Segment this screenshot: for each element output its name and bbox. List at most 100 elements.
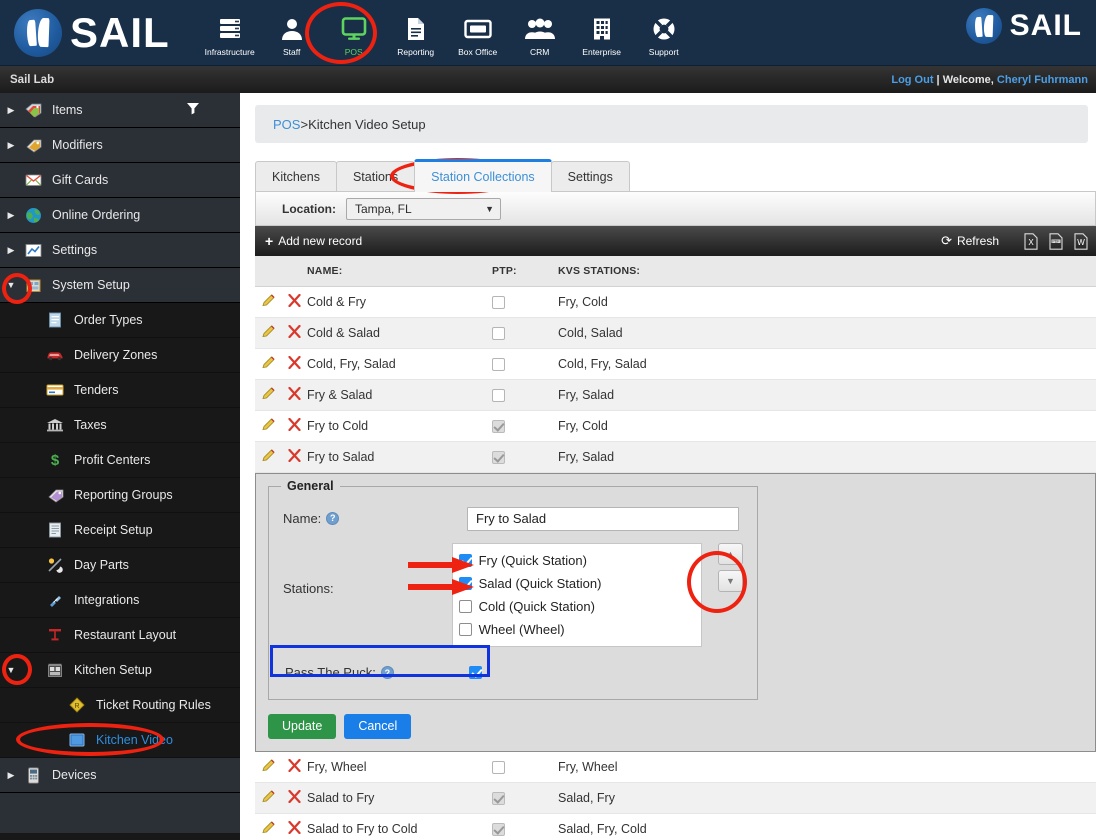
ptp-checkbox[interactable] <box>492 823 505 837</box>
nav-item-enterprise[interactable]: Enterprise <box>572 9 632 57</box>
help-icon[interactable]: ? <box>326 511 340 525</box>
sidebar-item-items[interactable]: ▶ Items <box>0 93 240 128</box>
sidebar-item-tenders[interactable]: Tenders <box>0 373 240 408</box>
table-row[interactable]: Fry to Cold Fry, Cold <box>255 410 1096 442</box>
refresh-button[interactable]: ⟳ Refresh <box>941 233 999 249</box>
delete-x-icon[interactable] <box>281 751 307 783</box>
cell-ptp[interactable] <box>492 379 558 411</box>
table-row[interactable]: Fry, Wheel Fry, Wheel <box>255 751 1096 783</box>
ptp-checkbox[interactable] <box>492 326 505 340</box>
nav-item-box-office[interactable]: Box Office <box>448 9 508 57</box>
cancel-button[interactable]: Cancel <box>344 713 412 739</box>
ptp-checkbox[interactable] <box>492 388 505 402</box>
table-row[interactable]: Cold & Salad Cold, Salad <box>255 317 1096 349</box>
help-icon[interactable]: ? <box>380 666 394 679</box>
sidebar-item-restaurant-layout[interactable]: Restaurant Layout <box>0 618 240 653</box>
table-row[interactable]: Cold, Fry, Salad Cold, Fry, Salad <box>255 348 1096 380</box>
chevron-down-icon[interactable]: ▼ <box>0 280 22 290</box>
cell-ptp[interactable] <box>492 348 558 380</box>
tab-stations[interactable]: Stations <box>335 161 416 192</box>
delete-x-icon[interactable] <box>281 348 307 380</box>
table-row[interactable]: Fry & Salad Fry, Salad <box>255 379 1096 411</box>
sidebar-item-system-setup[interactable]: ▼ System Setup <box>0 268 240 303</box>
location-select[interactable]: Tampa, FL ▼ <box>346 197 501 220</box>
sidebar-item-taxes[interactable]: Taxes <box>0 408 240 443</box>
stations-listbox[interactable]: Fry (Quick Station) Salad (Quick Station… <box>451 542 702 647</box>
delete-x-icon[interactable] <box>281 379 307 411</box>
sidebar-item-reporting-groups[interactable]: Reporting Groups <box>0 478 240 513</box>
edit-pencil-icon[interactable] <box>255 441 281 473</box>
username-link[interactable]: Cheryl Fuhrmann <box>997 74 1088 86</box>
delete-x-icon[interactable] <box>281 782 307 814</box>
ptp-checkbox[interactable] <box>492 357 505 371</box>
sidebar-item-gift-cards[interactable]: Gift Cards <box>0 163 240 198</box>
edit-pencil-icon[interactable] <box>255 782 281 814</box>
move-down-button[interactable]: ▼ <box>718 569 743 592</box>
pdf-export-icon[interactable]: PDF <box>1048 232 1063 250</box>
brand-logo-left[interactable]: SAIL <box>14 8 170 57</box>
station-option-cold[interactable]: Cold (Quick Station) <box>458 595 695 618</box>
sidebar-item-receipt-setup[interactable]: Receipt Setup <box>0 513 240 548</box>
sidebar-item-profit-centers[interactable]: $ Profit Centers <box>0 443 240 478</box>
tab-settings[interactable]: Settings <box>550 161 630 192</box>
sidebar-item-settings[interactable]: ▶ Settings <box>0 233 240 268</box>
chevron-right-icon[interactable]: ▶ <box>0 140 22 151</box>
word-export-icon[interactable]: W <box>1073 232 1088 250</box>
sidebar-item-kitchen-setup[interactable]: ▼ Kitchen Setup <box>0 653 240 688</box>
edit-pencil-icon[interactable] <box>255 410 281 442</box>
nav-item-staff[interactable]: Staff <box>262 9 322 57</box>
logout-link[interactable]: Log Out <box>891 74 933 86</box>
update-button[interactable]: Update <box>268 713 337 739</box>
table-row[interactable]: Fry to Salad Fry, Salad <box>255 441 1096 473</box>
add-new-record-button[interactable]: + Add new record <box>265 233 362 249</box>
chevron-right-icon[interactable]: ▶ <box>0 105 22 116</box>
nav-item-infrastructure[interactable]: Infrastructure <box>200 9 260 57</box>
move-up-button[interactable]: ▲ <box>718 542 743 565</box>
sidebar-item-modifiers[interactable]: ▶ Modifiers <box>0 128 240 163</box>
sidebar-item-devices[interactable]: ▶ Devices <box>0 758 240 793</box>
chevron-right-icon[interactable]: ▶ <box>0 245 22 256</box>
station-option-salad[interactable]: Salad (Quick Station) <box>458 572 695 595</box>
sidebar-item-ticket-routing-rules[interactable]: R Ticket Routing Rules <box>0 688 240 723</box>
chevron-right-icon[interactable]: ▶ <box>0 210 22 221</box>
pass-the-puck-checkbox[interactable] <box>469 666 482 679</box>
ptp-checkbox[interactable] <box>492 450 505 464</box>
delete-x-icon[interactable] <box>281 286 307 318</box>
nav-item-crm[interactable]: CRM <box>510 9 570 57</box>
edit-pencil-icon[interactable] <box>255 379 281 411</box>
edit-pencil-icon[interactable] <box>255 813 281 840</box>
nav-item-pos[interactable]: POS <box>324 9 384 57</box>
tab-kitchens[interactable]: Kitchens <box>255 161 337 192</box>
chevron-down-icon[interactable]: ▼ <box>0 665 22 675</box>
delete-x-icon[interactable] <box>281 441 307 473</box>
cell-ptp[interactable] <box>492 813 558 840</box>
name-input[interactable] <box>467 506 739 531</box>
table-row[interactable]: Cold & Fry Fry, Cold <box>255 286 1096 318</box>
sidebar-item-online-ordering[interactable]: ▶ Online Ordering <box>0 198 240 233</box>
delete-x-icon[interactable] <box>281 317 307 349</box>
cell-ptp[interactable] <box>492 782 558 814</box>
brand-logo-right[interactable]: SAIL <box>965 8 1082 44</box>
ptp-checkbox[interactable] <box>492 419 505 433</box>
ptp-checkbox[interactable] <box>492 760 505 774</box>
table-row[interactable]: Salad to Fry to Cold Salad, Fry, Cold <box>255 813 1096 840</box>
cell-ptp[interactable] <box>492 286 558 318</box>
station-checkbox-wheel[interactable] <box>458 622 472 636</box>
sidebar-item-integrations[interactable]: Integrations <box>0 583 240 618</box>
ptp-checkbox[interactable] <box>492 295 505 309</box>
ptp-checkbox[interactable] <box>492 792 505 806</box>
edit-pencil-icon[interactable] <box>255 317 281 349</box>
cell-ptp[interactable] <box>492 441 558 473</box>
sidebar-item-order-types[interactable]: Order Types <box>0 303 240 338</box>
cell-ptp[interactable] <box>492 317 558 349</box>
breadcrumb-link-pos[interactable]: POS <box>273 117 300 132</box>
edit-pencil-icon[interactable] <box>255 286 281 318</box>
edit-pencil-icon[interactable] <box>255 348 281 380</box>
station-option-wheel[interactable]: Wheel (Wheel) <box>458 618 695 641</box>
excel-export-icon[interactable]: X <box>1023 232 1038 250</box>
table-row[interactable]: Salad to Fry Salad, Fry <box>255 782 1096 814</box>
delete-x-icon[interactable] <box>281 813 307 840</box>
filter-icon[interactable] <box>186 101 200 120</box>
cell-ptp[interactable] <box>492 751 558 783</box>
nav-item-support[interactable]: Support <box>634 9 694 57</box>
